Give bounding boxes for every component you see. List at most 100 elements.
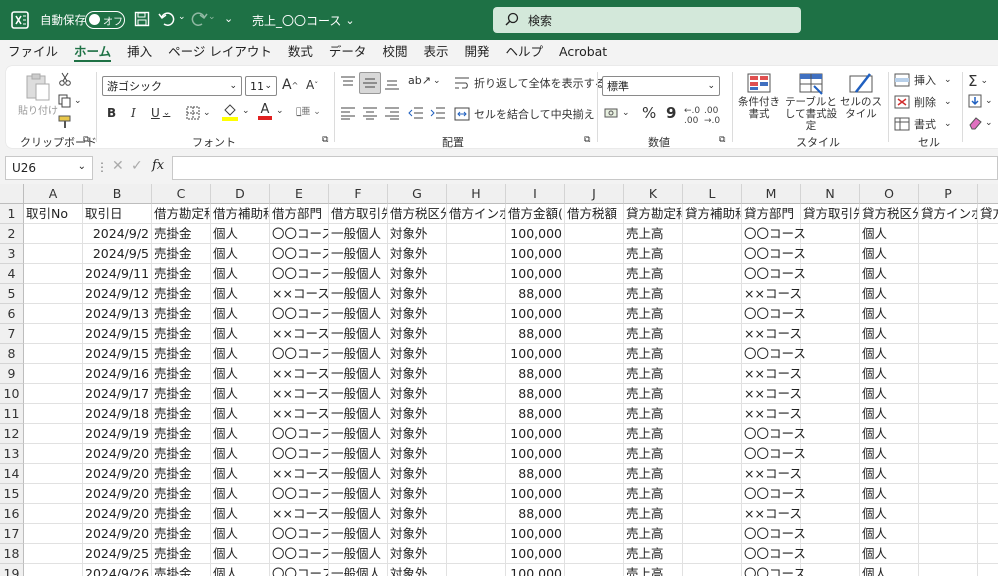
header-cell[interactable]: 貸方勘定科 xyxy=(624,204,683,224)
table-cell[interactable]: 売上高 xyxy=(624,524,683,544)
table-cell[interactable]: 売上高 xyxy=(624,344,683,364)
merge-center-button[interactable]: セルを結合して中央揃え ⌄ xyxy=(454,106,610,122)
table-cell[interactable]: 88,000 xyxy=(506,464,565,484)
table-cell[interactable]: 個人 xyxy=(860,464,919,484)
table-cell[interactable] xyxy=(447,384,506,404)
format-painter-icon[interactable] xyxy=(58,115,72,129)
table-cell[interactable] xyxy=(565,404,624,424)
table-cell[interactable]: 2024/9/11 xyxy=(83,264,152,284)
italic-icon[interactable]: I xyxy=(131,106,136,120)
table-cell[interactable]: 8 xyxy=(978,284,998,304)
table-cell[interactable]: ××コース xyxy=(270,404,329,424)
table-cell[interactable] xyxy=(447,404,506,424)
table-cell[interactable] xyxy=(801,544,860,564)
table-cell[interactable]: 8 xyxy=(978,464,998,484)
table-cell[interactable] xyxy=(919,304,978,324)
menu-tab[interactable]: 開発 xyxy=(456,40,497,64)
orientation-icon[interactable]: ab↗ ⌄ xyxy=(408,74,441,87)
table-cell[interactable] xyxy=(447,544,506,564)
table-cell[interactable]: 対象外 xyxy=(388,224,447,244)
table-cell[interactable]: 売上高 xyxy=(624,564,683,576)
wrap-text-button[interactable]: 折り返して全体を表示する xyxy=(454,75,606,91)
enter-icon[interactable]: ✓ xyxy=(131,158,143,174)
table-cell[interactable]: 売上高 xyxy=(624,244,683,264)
table-cell[interactable]: 10 xyxy=(978,424,998,444)
header-cell[interactable]: 借方勘定科 xyxy=(152,204,211,224)
clipboard-launcher-icon[interactable]: ⧉ xyxy=(83,135,89,145)
table-cell[interactable] xyxy=(565,224,624,244)
align-left-icon[interactable] xyxy=(340,106,356,120)
table-cell[interactable]: 売上高 xyxy=(624,544,683,564)
insert-function-icon[interactable]: fx xyxy=(152,158,164,173)
table-cell[interactable]: 一般個人 xyxy=(329,544,388,564)
table-cell[interactable]: 〇〇コース xyxy=(742,444,806,464)
font-name-select[interactable]: 游ゴシック ⌄ xyxy=(102,76,242,96)
table-cell[interactable] xyxy=(801,364,860,384)
menu-tab[interactable]: 校閲 xyxy=(374,40,415,64)
table-cell[interactable]: 売掛金 xyxy=(152,504,211,524)
table-cell[interactable] xyxy=(683,484,742,504)
table-cell[interactable] xyxy=(801,524,860,544)
table-cell[interactable]: 一般個人 xyxy=(329,264,388,284)
format-as-table-button[interactable]: テーブルとして書式設定 xyxy=(784,72,838,132)
fill-color-dropdown-icon[interactable]: ⌄ xyxy=(242,106,250,116)
table-cell[interactable]: 100,000 xyxy=(506,484,565,504)
table-cell[interactable]: 一般個人 xyxy=(329,504,388,524)
table-cell[interactable] xyxy=(919,364,978,384)
column-header[interactable] xyxy=(978,184,998,204)
table-cell[interactable] xyxy=(447,564,506,576)
table-cell[interactable]: 売上高 xyxy=(624,484,683,504)
table-cell[interactable]: 対象外 xyxy=(388,504,447,524)
table-cell[interactable] xyxy=(801,244,860,264)
row-header[interactable]: 10 xyxy=(0,384,24,404)
header-cell[interactable]: 取引No xyxy=(24,204,83,224)
table-cell[interactable]: 個人 xyxy=(211,524,270,544)
table-cell[interactable] xyxy=(565,564,624,576)
menu-tab[interactable]: ヘルプ xyxy=(497,40,551,64)
table-cell[interactable]: 〇〇コース xyxy=(270,424,329,444)
table-cell[interactable]: 〇〇コース xyxy=(270,444,329,464)
table-cell[interactable]: 売掛金 xyxy=(152,344,211,364)
row-header[interactable]: 9 xyxy=(0,364,24,384)
table-cell[interactable]: 100,000 xyxy=(506,344,565,364)
table-cell[interactable]: 個人 xyxy=(211,264,270,284)
table-cell[interactable] xyxy=(24,504,83,524)
table-cell[interactable] xyxy=(801,464,860,484)
table-cell[interactable]: 売上高 xyxy=(624,224,683,244)
table-cell[interactable]: 〇〇コース xyxy=(742,344,806,364)
table-cell[interactable]: 10 xyxy=(978,244,998,264)
table-cell[interactable]: 個人 xyxy=(211,464,270,484)
table-cell[interactable] xyxy=(447,284,506,304)
table-cell[interactable]: 対象外 xyxy=(388,284,447,304)
column-header[interactable]: B xyxy=(83,184,152,204)
table-cell[interactable] xyxy=(565,524,624,544)
table-cell[interactable] xyxy=(24,424,83,444)
delete-cells-button[interactable]: 削除 ⌄ xyxy=(894,94,952,110)
table-cell[interactable]: 8 xyxy=(978,324,998,344)
table-cell[interactable]: 売掛金 xyxy=(152,224,211,244)
table-cell[interactable]: 一般個人 xyxy=(329,424,388,444)
table-cell[interactable] xyxy=(801,504,860,524)
table-cell[interactable]: 個人 xyxy=(211,344,270,364)
comma-style-icon[interactable]: 9 xyxy=(666,104,676,122)
table-cell[interactable]: 売上高 xyxy=(624,504,683,524)
shrink-font-button[interactable]: Aˇ xyxy=(306,78,318,92)
formula-input[interactable] xyxy=(172,156,998,180)
fill-color-icon[interactable] xyxy=(222,103,238,121)
table-cell[interactable]: 個人 xyxy=(211,424,270,444)
table-cell[interactable]: 個人 xyxy=(211,384,270,404)
table-cell[interactable]: 個人 xyxy=(860,364,919,384)
table-cell[interactable] xyxy=(565,244,624,264)
menu-tab[interactable]: 表示 xyxy=(415,40,456,64)
row-header[interactable]: 4 xyxy=(0,264,24,284)
table-cell[interactable] xyxy=(24,524,83,544)
insert-cells-button[interactable]: 挿入 ⌄ xyxy=(894,72,952,88)
table-cell[interactable]: 2024/9/15 xyxy=(83,344,152,364)
table-cell[interactable]: 10 xyxy=(978,344,998,364)
fill-icon[interactable]: ⌄ xyxy=(968,94,993,108)
row-header[interactable]: 18 xyxy=(0,544,24,564)
table-cell[interactable] xyxy=(801,324,860,344)
table-cell[interactable]: 売上高 xyxy=(624,304,683,324)
paste-button[interactable]: 貼り付け xyxy=(18,72,58,117)
table-cell[interactable] xyxy=(683,324,742,344)
